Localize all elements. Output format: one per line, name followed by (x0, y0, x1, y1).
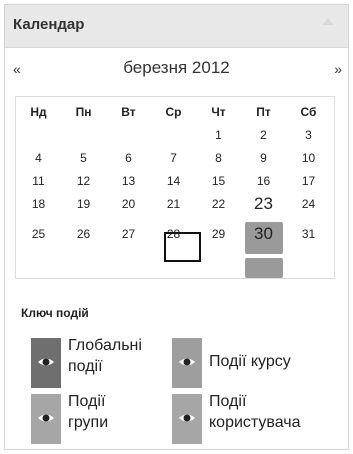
calendar-day[interactable]: 19 (61, 197, 106, 211)
calendar-day[interactable]: 20 (106, 197, 151, 211)
calendar-day[interactable]: 16 (241, 174, 286, 188)
global-event-swatch (31, 338, 61, 388)
calendar-day[interactable]: 18 (16, 197, 61, 211)
calendar-day[interactable]: 25 (16, 227, 61, 241)
calendar-day[interactable]: 6 (106, 151, 151, 165)
calendar-day[interactable]: 8 (196, 151, 241, 165)
user-event-swatch (172, 394, 202, 444)
global-events-label-2: події (68, 358, 103, 375)
block-header: Календар (5, 5, 348, 48)
block-title: Календар (13, 16, 85, 33)
calendar-day[interactable]: 27 (106, 227, 151, 241)
global-events-label-1: Глобальні (68, 337, 142, 354)
calendar-day[interactable]: 22 (196, 197, 241, 211)
calendar-day[interactable]: 13 (106, 174, 151, 188)
weekday-sat: Сб (300, 105, 317, 119)
calendar-day[interactable]: 24 (286, 197, 331, 211)
course-events-label: Події курсу (209, 353, 291, 370)
calendar-day[interactable]: 28 (151, 227, 196, 241)
collapse-icon[interactable] (322, 18, 334, 25)
calendar-day[interactable]: 3 (286, 128, 331, 142)
calendar-day[interactable]: 29 (196, 227, 241, 241)
month-title: березня 2012 (123, 58, 230, 77)
calendar-day[interactable]: 5 (61, 151, 106, 165)
group-event-swatch (31, 394, 61, 444)
calendar-day[interactable]: 7 (151, 151, 196, 165)
calendar-day[interactable]: 14 (151, 174, 196, 188)
calendar-block: Календар « березня 2012 » Нд Пн Вт Ср Чт… (4, 4, 349, 450)
month-navigation: « березня 2012 » (5, 57, 348, 83)
calendar-day[interactable]: 17 (286, 174, 331, 188)
weekday-wed: Ср (165, 105, 182, 119)
calendar-day-event[interactable]: 30 (241, 224, 286, 244)
event-day-highlight-30 (245, 258, 283, 278)
calendar-day[interactable]: 10 (286, 151, 331, 165)
weekday-mon: Пн (75, 105, 92, 119)
weekday-fri: Пт (256, 105, 271, 119)
group-events-label-1: Події (68, 393, 106, 410)
next-month-link[interactable]: » (334, 61, 342, 77)
weekday-thu: Чт (211, 105, 226, 119)
calendar-day[interactable]: 4 (16, 151, 61, 165)
course-event-swatch (172, 338, 202, 388)
calendar-day-today[interactable]: 21 (151, 197, 196, 211)
calendar-day-event[interactable]: 23 (241, 194, 286, 214)
calendar-day[interactable]: 12 (61, 174, 106, 188)
calendar-day[interactable]: 1 (196, 128, 241, 142)
weekday-tue: Вт (121, 105, 136, 119)
event-key-title: Ключ подій (21, 306, 89, 320)
calendar-day[interactable]: 2 (241, 128, 286, 142)
calendar-day[interactable]: 31 (286, 227, 331, 241)
eye-icon (179, 414, 195, 422)
user-events-label-1: Події (209, 393, 247, 410)
calendar-day[interactable]: 15 (196, 174, 241, 188)
calendar-grid: Нд Пн Вт Ср Чт Пт Сб 1 2 3 4 5 6 7 8 9 1… (15, 96, 335, 279)
group-events-label-2: групи (68, 414, 109, 431)
calendar-day[interactable]: 9 (241, 151, 286, 165)
calendar-day[interactable]: 11 (16, 174, 61, 188)
eye-icon (179, 358, 195, 366)
calendar-day[interactable]: 26 (61, 227, 106, 241)
user-events-label-2: користувача (209, 414, 301, 431)
eye-icon (38, 414, 54, 422)
weekday-sun: Нд (30, 105, 47, 119)
eye-icon (38, 358, 54, 366)
